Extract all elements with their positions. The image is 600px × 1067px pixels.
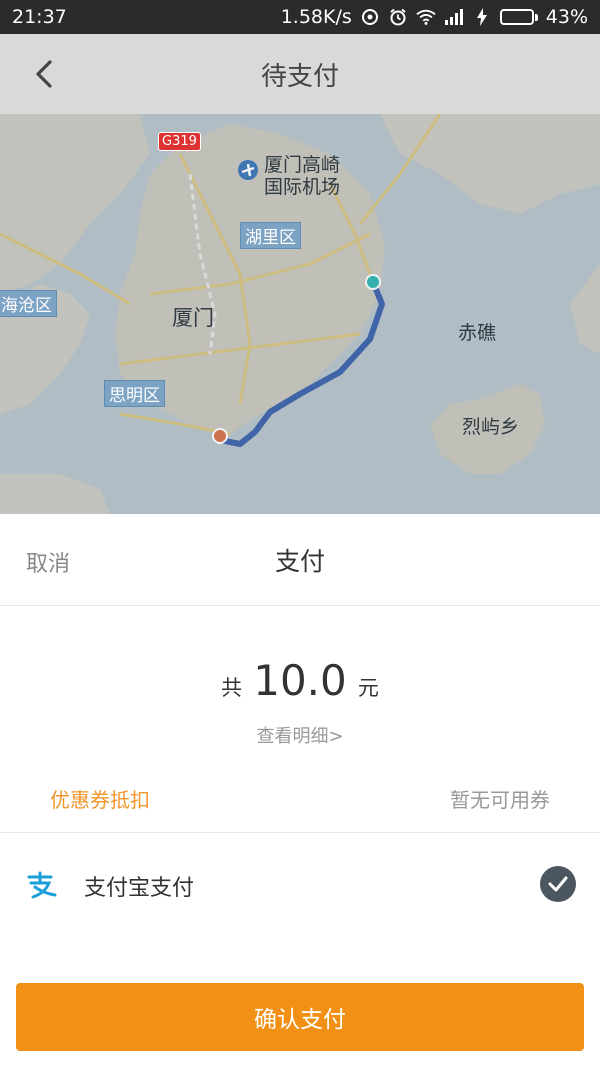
alipay-icon [24, 868, 58, 902]
checkmark-icon[interactable] [540, 866, 576, 902]
map-label-road: G319 [158, 132, 201, 151]
amount-value: 10.0 [253, 656, 347, 705]
coupon-label: 优惠券抵扣 [50, 788, 150, 812]
app-header: 待支付 [0, 34, 600, 114]
wifi-icon [416, 7, 436, 27]
network-speed: 1.58K/s [280, 6, 352, 28]
route-map[interactable]: G319 厦门高崎 国际机场 湖里区 海沧区 厦门 赤礁 思明区 烈屿乡 [0, 114, 600, 514]
status-bar: 21:37 1.58K/s 43% [0, 0, 600, 34]
amount-suffix: 元 [357, 676, 379, 700]
battery-percent: 43% [545, 6, 588, 28]
status-indicators: 1.58K/s 43% [281, 6, 588, 28]
map-label-airport-2: 国际机场 [264, 176, 341, 198]
chevron-left-icon [36, 60, 52, 88]
map-label-xiamen: 厦门 [172, 306, 214, 330]
map-label-chijiao: 赤礁 [458, 322, 497, 344]
back-button[interactable] [24, 54, 64, 94]
sheet-header: 取消 支付 [0, 514, 600, 606]
amount-prefix: 共 [221, 676, 243, 700]
map-label-huli: 湖里区 [240, 222, 301, 249]
page-title: 待支付 [260, 61, 339, 92]
map-label-lieyu: 烈屿乡 [462, 416, 520, 438]
coupon-row[interactable]: 优惠券抵扣 暂无可用券 [0, 772, 600, 832]
cancel-button[interactable]: 取消 [26, 546, 70, 578]
battery-icon [499, 9, 538, 25]
divider [0, 832, 600, 833]
payment-sheet: 取消 支付 共 10.0 元 查看明细> 优惠券抵扣 暂无可用券 支付宝支付 确… [0, 514, 600, 1067]
payment-method-label: 支付宝支付 [84, 876, 195, 901]
total-amount: 共 10.0 元 [0, 656, 600, 705]
sheet-title: 支付 [274, 546, 325, 576]
alarm-icon [388, 7, 408, 27]
map-label-haicang: 海沧区 [0, 290, 57, 317]
charging-icon [472, 7, 492, 27]
view-details-link[interactable]: 查看明细> [0, 722, 600, 748]
payment-method-row[interactable]: 支付宝支付 [0, 844, 600, 924]
signal-icon [444, 7, 464, 27]
status-time: 21:37 [12, 6, 67, 28]
map-label-siming: 思明区 [104, 380, 165, 407]
confirm-payment-button[interactable]: 确认支付 [16, 983, 584, 1051]
sync-icon [360, 7, 380, 27]
coupon-value: 暂无可用券 [450, 788, 550, 812]
